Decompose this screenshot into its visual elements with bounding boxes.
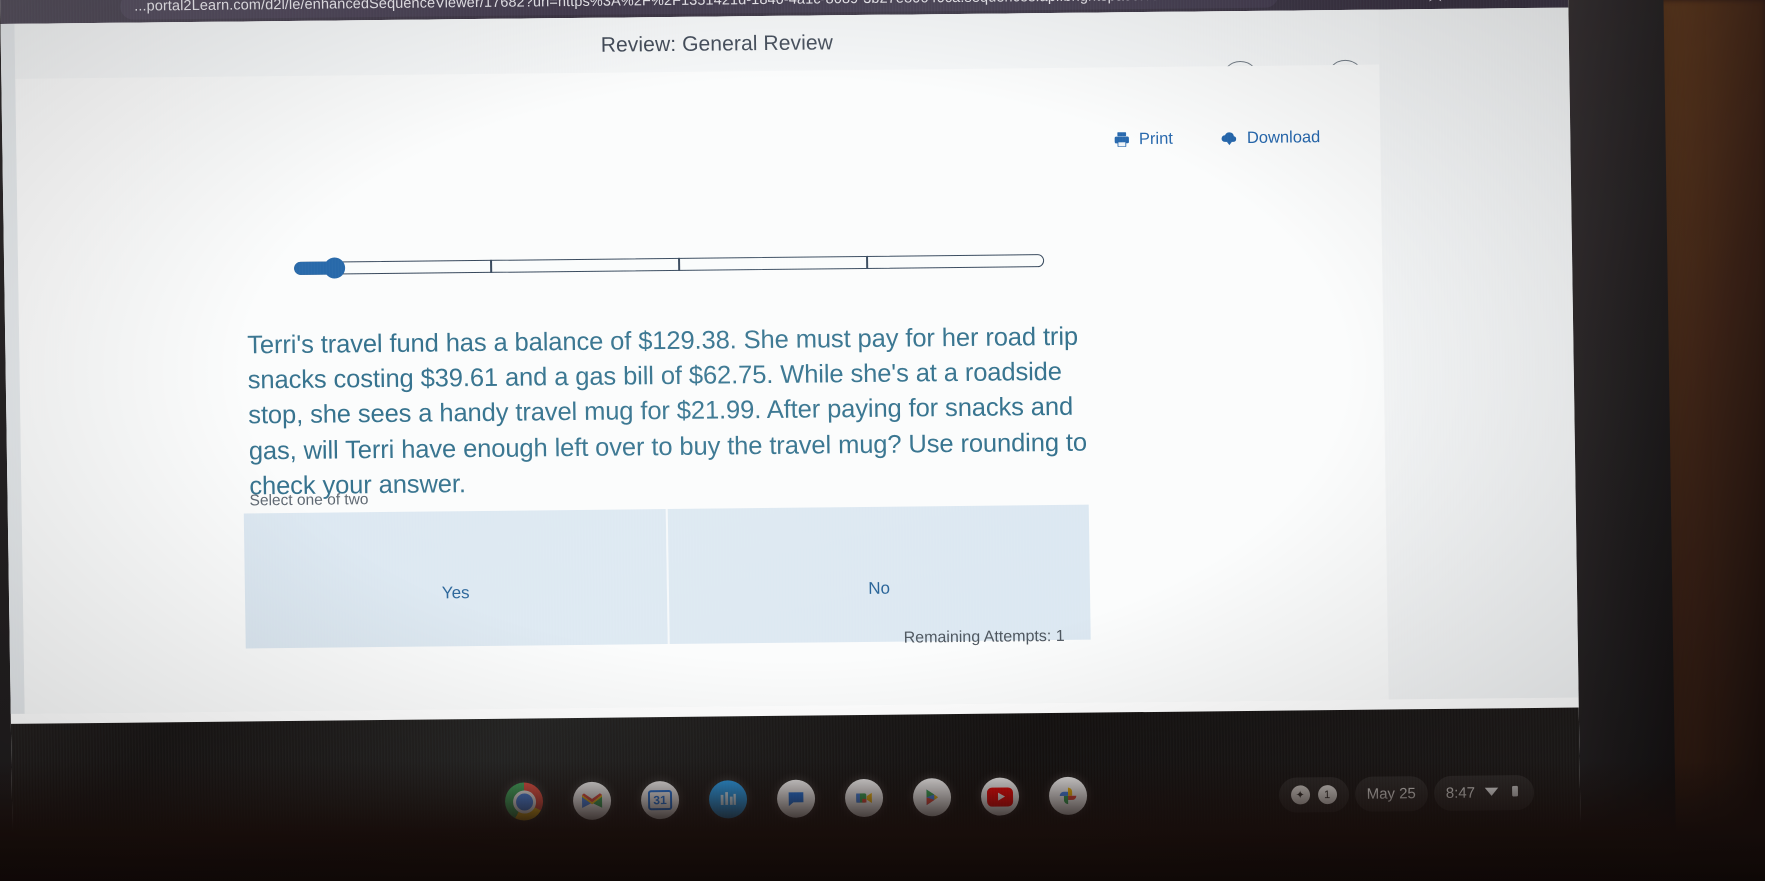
answer-options: Yes No [243, 504, 1091, 649]
progress-segment-divider [866, 255, 868, 269]
printer-icon [1112, 130, 1131, 149]
quiz-content-card: Print Download Terri's travel fund has a… [15, 64, 1389, 714]
foreground-shadow [0, 761, 1765, 881]
answer-option-label: Yes [441, 582, 470, 602]
select-instruction: Select one of two [249, 491, 369, 510]
progress-handle[interactable] [323, 257, 346, 279]
progress-segment-divider [678, 257, 680, 271]
download-cloud-icon [1219, 128, 1239, 148]
page-surface: Review: General Review ‹ › [0, 7, 1579, 714]
answer-option-yes[interactable]: Yes [243, 509, 668, 649]
print-label: Print [1138, 129, 1174, 148]
action-row: Print Download [1112, 127, 1321, 149]
three-dot-menu-icon[interactable] [1526, 0, 1546, 2]
answer-option-no[interactable]: No [665, 504, 1091, 645]
page-title: Review: General Review [600, 30, 834, 57]
answer-option-label: No [868, 578, 891, 598]
question-text: Terri's travel fund has a balance of $12… [247, 322, 1088, 501]
progress-slider[interactable] [294, 250, 1045, 280]
progress-track [294, 254, 1045, 275]
print-button[interactable]: Print [1112, 129, 1173, 149]
download-button[interactable]: Download [1219, 127, 1321, 148]
chromebook-screen: ...portal2Learn.com/d2l/le/enhancedSeque… [0, 0, 1582, 881]
download-label: Download [1246, 127, 1321, 147]
extension-icon[interactable] [1465, 0, 1485, 3]
star-icon[interactable] [1425, 0, 1445, 3]
progress-segment-divider [490, 259, 492, 273]
remaining-attempts: Remaining Attempts: 1 [903, 627, 1065, 647]
photo-scene: ...portal2Learn.com/d2l/le/enhancedSeque… [0, 0, 1765, 881]
